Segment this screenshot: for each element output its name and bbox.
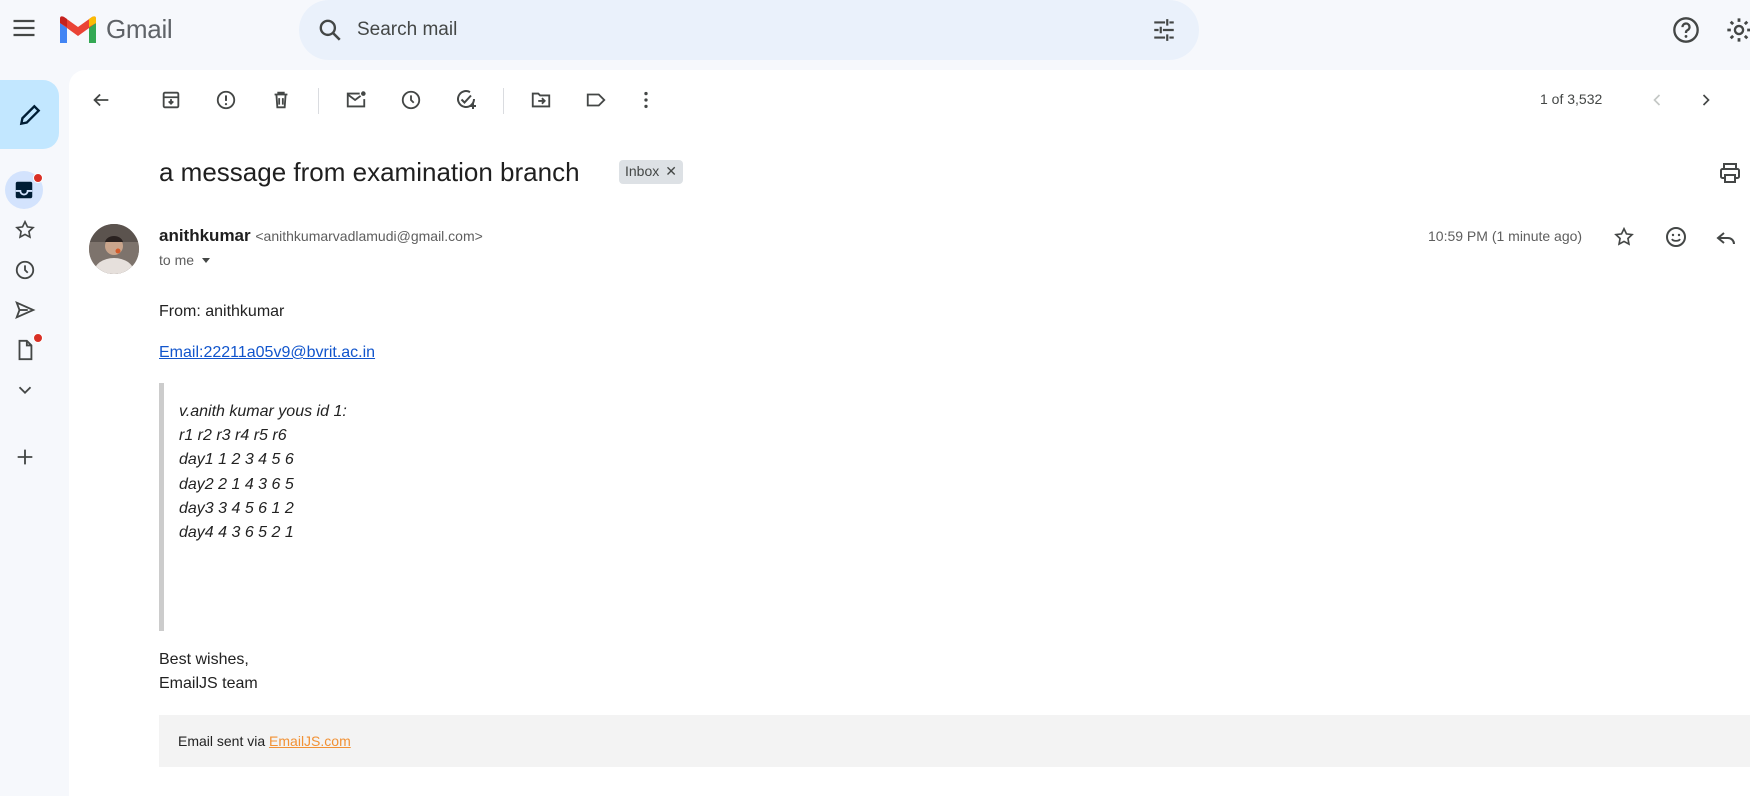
quote-line: v.anith kumar yous id 1: bbox=[179, 403, 347, 420]
quote-line: day3 3 4 5 6 1 2 bbox=[179, 499, 294, 517]
nav-drafts[interactable] bbox=[0, 332, 50, 368]
help-icon[interactable] bbox=[1672, 16, 1700, 44]
inbox-icon bbox=[15, 181, 33, 199]
search-input[interactable] bbox=[357, 19, 1117, 41]
move-to-icon bbox=[531, 92, 551, 108]
report-spam-button[interactable] bbox=[210, 84, 242, 116]
archive-icon bbox=[162, 91, 180, 109]
send-icon bbox=[15, 300, 36, 320]
toolbar-divider bbox=[318, 88, 319, 114]
older-button[interactable] bbox=[1690, 84, 1722, 116]
tune-icon[interactable] bbox=[1151, 17, 1177, 43]
pager-count: 1 of 3,532 bbox=[1540, 91, 1603, 107]
file-icon bbox=[18, 339, 33, 361]
star-button[interactable] bbox=[1613, 226, 1635, 248]
delete-button[interactable] bbox=[265, 84, 297, 116]
footer-text: Email sent via EmailJS.com bbox=[178, 733, 351, 749]
emoji-icon bbox=[1666, 227, 1686, 247]
email-footer: Email sent via EmailJS.com bbox=[159, 715, 1750, 767]
toolbar-divider bbox=[503, 88, 504, 114]
quote-line: day2 2 1 4 3 6 5 bbox=[179, 475, 294, 493]
add-task-icon bbox=[457, 90, 476, 109]
email-link[interactable]: Email:22211a05v9@bvrit.ac.in bbox=[159, 344, 375, 362]
archive-button[interactable] bbox=[155, 84, 187, 116]
nav-snoozed[interactable] bbox=[0, 252, 50, 288]
report-spam-icon bbox=[216, 90, 236, 110]
star-icon bbox=[1614, 226, 1634, 246]
back-arrow-icon bbox=[93, 93, 109, 107]
snooze-button[interactable] bbox=[395, 84, 427, 116]
pencil-icon bbox=[19, 104, 40, 125]
move-to-button[interactable] bbox=[525, 84, 557, 116]
message-subject: a message from examination branch bbox=[159, 157, 580, 187]
nav-starred[interactable] bbox=[0, 212, 50, 248]
menu-icon[interactable] bbox=[10, 14, 38, 42]
mark-unread-icon bbox=[346, 91, 366, 108]
signature-line: EmailJS team bbox=[159, 675, 258, 692]
more-button[interactable] bbox=[630, 84, 662, 116]
reply-button[interactable] bbox=[1714, 226, 1738, 250]
search-bar[interactable] bbox=[299, 0, 1199, 60]
sender-avatar[interactable] bbox=[89, 224, 139, 274]
nav-sent[interactable] bbox=[0, 292, 50, 328]
label-button[interactable] bbox=[580, 84, 612, 116]
notification-dot bbox=[33, 173, 43, 183]
delete-icon bbox=[274, 91, 288, 109]
remove-label-icon[interactable]: ✕ bbox=[665, 163, 677, 180]
sender-name[interactable]: anithkumar bbox=[159, 226, 251, 245]
nav-more[interactable] bbox=[0, 372, 50, 408]
nav-inbox[interactable] bbox=[5, 171, 43, 209]
gmail-logo[interactable]: Gmail bbox=[58, 14, 173, 45]
chevron-left-icon bbox=[1653, 94, 1661, 106]
top-bar: Gmail bbox=[0, 0, 1750, 64]
chevron-right-icon bbox=[1702, 94, 1710, 106]
back-button[interactable] bbox=[85, 84, 117, 116]
from-line: From: anithkumar bbox=[159, 303, 285, 320]
add-task-button[interactable] bbox=[450, 84, 482, 116]
quoted-block: v.anith kumar yous id 1: r1 r2 r3 r4 r5 … bbox=[179, 400, 347, 545]
quote-line: r1 r2 r3 r4 r5 r6 bbox=[179, 427, 287, 445]
closing-line: Best wishes, bbox=[159, 651, 249, 668]
print-icon[interactable] bbox=[1718, 161, 1742, 185]
footer-prefix: Email sent via bbox=[178, 733, 270, 749]
quote-line: day4 4 3 6 5 2 1 bbox=[179, 524, 294, 542]
app-name: Gmail bbox=[106, 14, 173, 44]
snooze-icon bbox=[401, 90, 421, 110]
star-icon bbox=[15, 219, 35, 239]
label-chip[interactable]: Inbox ✕ bbox=[619, 160, 683, 184]
plus-icon bbox=[17, 449, 33, 465]
settings-icon[interactable] bbox=[1725, 16, 1750, 44]
mark-unread-button[interactable] bbox=[340, 84, 372, 116]
more-vert-icon bbox=[644, 91, 648, 109]
message-time: 10:59 PM (1 minute ago) bbox=[1428, 228, 1583, 244]
recipient-text: to me bbox=[159, 252, 195, 268]
reply-icon bbox=[1716, 232, 1735, 245]
add-reaction-button[interactable] bbox=[1664, 225, 1688, 249]
compose-button[interactable] bbox=[0, 80, 59, 149]
clock-icon bbox=[15, 260, 35, 280]
nav-add-label[interactable] bbox=[0, 439, 50, 475]
sender-line: anithkumar <anithkumarvadlamudi@gmail.co… bbox=[159, 226, 483, 246]
quote-bar bbox=[159, 383, 164, 631]
newer-button[interactable] bbox=[1641, 84, 1673, 116]
caret-down-icon[interactable] bbox=[200, 254, 212, 266]
recipient-details[interactable]: to me bbox=[159, 252, 212, 268]
label-chip-text: Inbox bbox=[625, 163, 660, 179]
gmail-m-icon bbox=[60, 15, 96, 43]
footer-link[interactable]: EmailJS.com bbox=[269, 733, 351, 749]
quote-line: day1 1 2 3 4 5 6 bbox=[179, 451, 294, 469]
search-icon[interactable] bbox=[317, 17, 343, 43]
label-icon bbox=[586, 93, 606, 107]
chevron-down-icon bbox=[18, 386, 32, 395]
sender-email: <anithkumarvadlamudi@gmail.com> bbox=[255, 228, 483, 244]
notification-dot bbox=[33, 333, 43, 343]
